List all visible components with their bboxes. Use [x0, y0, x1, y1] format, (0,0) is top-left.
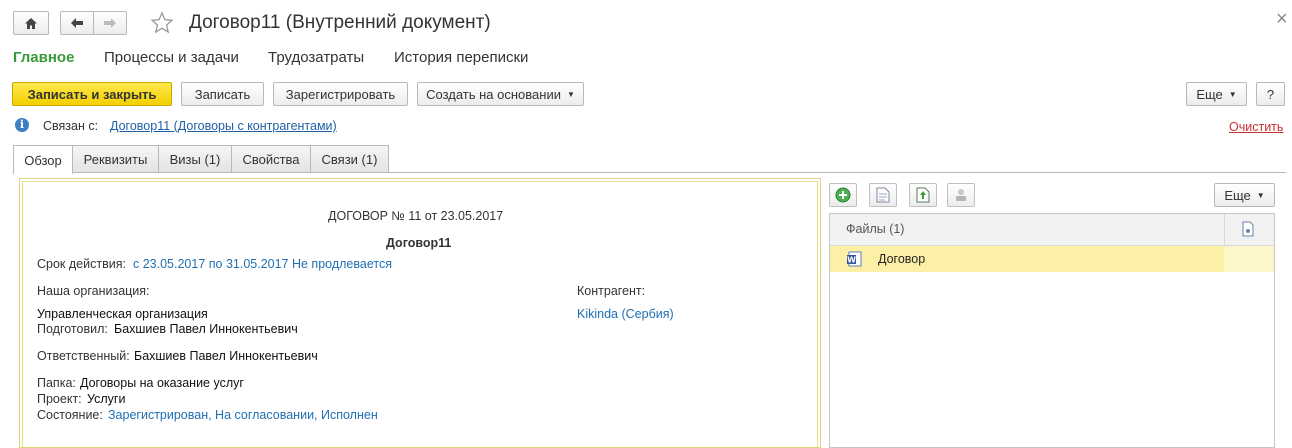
dropdown-arrow-icon: ▼ [1228, 89, 1237, 99]
more-label: Еще [1196, 86, 1223, 102]
linked-with-label: Связан с: [43, 119, 99, 133]
word-file-icon: W [846, 251, 862, 270]
validity-label: Срок действия: [37, 257, 126, 271]
files-more-label: Еще [1224, 187, 1251, 203]
tab-properties[interactable]: Свойства [231, 145, 311, 173]
create-based-on-label: Создать на основании [426, 86, 561, 102]
back-button[interactable] [60, 11, 94, 35]
folder-label: Папка: [37, 376, 76, 390]
tab-overview[interactable]: Обзор [13, 145, 73, 174]
counterparty-value: Kikinda (Сербия) [577, 307, 674, 321]
validity-value: с 23.05.2017 по 31.05.2017 Не продлевает… [133, 257, 392, 271]
nav-tab-main[interactable]: Главное [13, 49, 74, 66]
nav-tab-labor[interactable]: Трудозатраты [268, 49, 364, 66]
document-header: ДОГОВОР № 11 от 23.05.2017 [328, 209, 504, 223]
home-icon [25, 17, 37, 29]
folder-value: Договоры на оказание услуг [80, 376, 244, 390]
nav-tab-processes[interactable]: Процессы и задачи [104, 49, 239, 66]
our-org-label: Наша организация: [37, 284, 150, 298]
arrow-left-icon [71, 18, 83, 28]
nav-tab-history[interactable]: История переписки [394, 49, 528, 66]
clear-link[interactable]: Очистить [1229, 120, 1283, 134]
arrow-right-icon [104, 18, 116, 28]
new-document-button[interactable] [869, 183, 897, 207]
scan-document-icon [916, 187, 930, 203]
prepared-value: Бахшиев Павел Иннокентьевич [114, 322, 298, 336]
stamp-icon [956, 189, 966, 201]
responsible-value: Бахшиев Павел Иннокентьевич [134, 349, 318, 363]
svg-text:W: W [847, 256, 856, 265]
state-label: Состояние: [37, 408, 103, 422]
files-table-header: Файлы (1) [830, 214, 1274, 246]
tab-requisites[interactable]: Реквизиты [72, 145, 159, 173]
state-value: Зарегистрирован, На согласовании, Исполн… [108, 408, 378, 422]
home-button[interactable] [13, 11, 49, 35]
document-icon [876, 187, 890, 203]
table-row[interactable]: W Договор [830, 246, 1274, 272]
info-icon: i [15, 118, 29, 132]
close-icon[interactable]: × [1276, 8, 1288, 31]
scan-button[interactable] [909, 183, 937, 207]
files-column-header[interactable]: Файлы (1) [846, 222, 904, 236]
our-org-value: Управленческая организация [37, 307, 208, 321]
save-and-close-button[interactable]: Записать и закрыть [12, 82, 172, 106]
register-button[interactable]: Зарегистрировать [273, 82, 408, 106]
responsible-label: Ответственный: [37, 349, 130, 363]
favorite-star-icon[interactable] [150, 11, 174, 38]
tab-baseline [72, 172, 1286, 173]
linked-document-link[interactable]: Договор11 (Договоры с контрагентами) [110, 119, 337, 133]
files-more-button[interactable]: Еще ▼ [1214, 183, 1275, 207]
add-icon [835, 187, 851, 203]
save-button[interactable]: Записать [181, 82, 264, 106]
create-based-on-button[interactable]: Создать на основании ▼ [417, 82, 584, 106]
help-button[interactable]: ? [1256, 82, 1285, 106]
tab-visas[interactable]: Визы (1) [158, 145, 232, 173]
page-title: Договор11 (Внутренний документ) [189, 12, 491, 33]
files-table: Файлы (1) W Договор [829, 213, 1275, 448]
forward-button[interactable] [93, 11, 127, 35]
project-value: Услуги [87, 392, 126, 406]
template-button[interactable] [947, 183, 975, 207]
counterparty-label: Контрагент: [577, 284, 646, 298]
dropdown-arrow-icon: ▼ [566, 89, 575, 99]
prepared-label: Подготовил: [37, 322, 108, 336]
add-file-button[interactable] [829, 183, 857, 207]
tab-links[interactable]: Связи (1) [310, 145, 389, 173]
project-label: Проект: [37, 392, 82, 406]
dropdown-arrow-icon: ▼ [1256, 190, 1265, 200]
more-button[interactable]: Еще ▼ [1186, 82, 1247, 106]
document-name: Договор11 [386, 236, 452, 250]
file-column-icon[interactable] [1242, 221, 1254, 240]
file-name: Договор [878, 252, 926, 266]
